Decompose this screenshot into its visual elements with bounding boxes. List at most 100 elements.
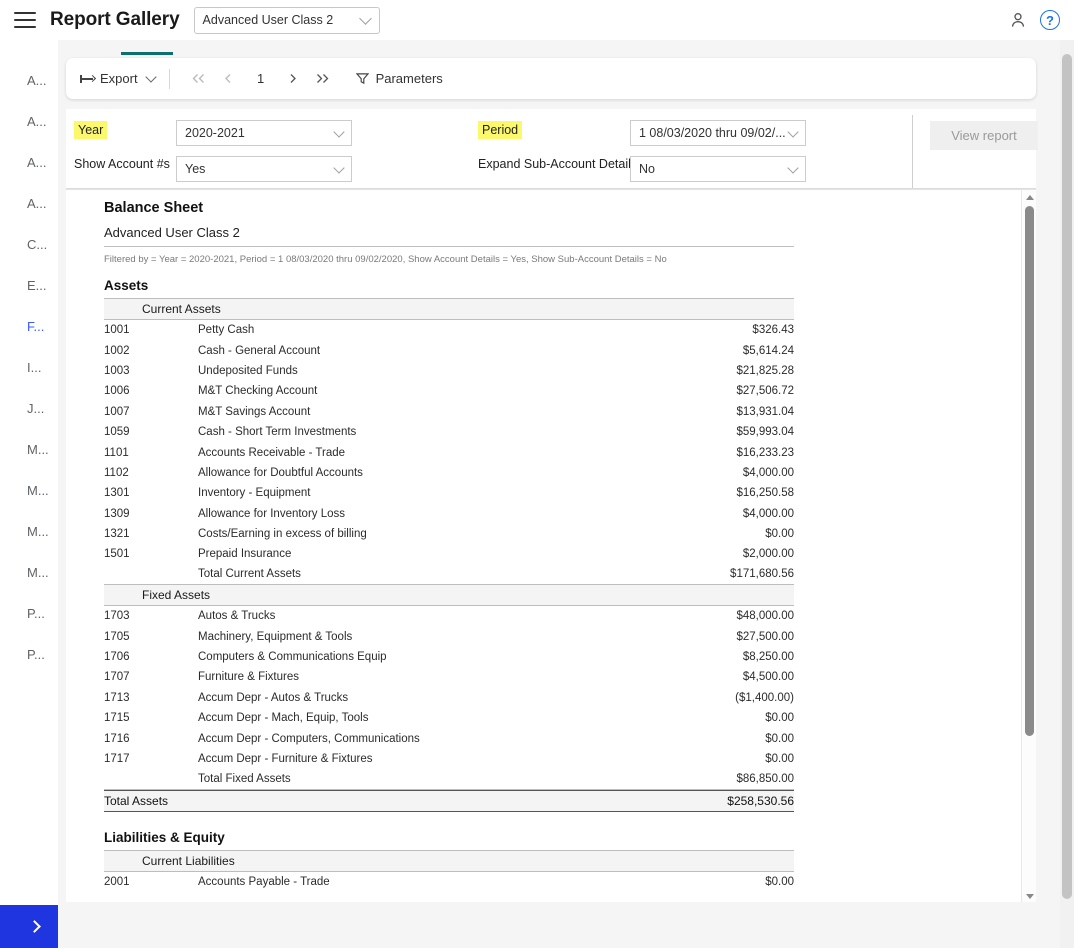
next-page-button[interactable] <box>278 66 308 92</box>
account-name: Petty Cash <box>198 324 255 337</box>
parameters-button[interactable]: Parameters <box>355 71 443 86</box>
account-name: Accounts Receivable - Trade <box>198 446 346 459</box>
scroll-up-button[interactable] <box>1022 190 1036 204</box>
last-page-button[interactable] <box>308 66 338 92</box>
group-total-amount: $171,680.56 <box>730 568 794 581</box>
page-scrollbar[interactable] <box>1060 40 1074 948</box>
expand-sub-account-param-row: Expand Sub-Account Detail <box>478 157 631 171</box>
account-amount: $16,250.58 <box>736 487 794 500</box>
report-content: Balance Sheet Advanced User Class 2 Filt… <box>66 190 1006 892</box>
parameters-label: Parameters <box>375 71 443 86</box>
account-number: 1309 <box>104 507 130 520</box>
sidebar-item-13[interactable]: P... <box>0 593 58 634</box>
sidebar-item-0[interactable]: A... <box>0 60 58 101</box>
sidebar-item-3[interactable]: A... <box>0 183 58 224</box>
sidebar-item-4[interactable]: C... <box>0 224 58 265</box>
hamburger-icon[interactable] <box>14 12 36 28</box>
account-number: 1705 <box>104 630 130 643</box>
account-amount: $59,993.04 <box>736 426 794 439</box>
group-total-label: Total Current Assets <box>198 568 301 581</box>
group-total-row: Total Fixed Assets $86,850.00 <box>104 769 794 790</box>
table-row: 1059 Cash - Short Term Investments $59,9… <box>104 422 794 442</box>
account-number: 1321 <box>104 528 130 541</box>
section-total-amount: $258,530.56 <box>727 793 794 808</box>
table-row: 1713 Accum Depr - Autos & Trucks ($1,400… <box>104 688 794 708</box>
account-name: M&T Savings Account <box>198 405 311 418</box>
account-name: Accum Depr - Mach, Equip, Tools <box>198 712 369 725</box>
group-heading-fixed-assets: Fixed Assets <box>104 585 794 607</box>
previous-page-button[interactable] <box>214 66 244 92</box>
funnel-icon <box>355 73 369 85</box>
sidebar-item-11[interactable]: M... <box>0 511 58 552</box>
sidebar-item-14[interactable]: P... <box>0 634 58 675</box>
table-row: 1321 Costs/Earning in excess of billing … <box>104 524 794 544</box>
expand-sub-account-select[interactable]: No <box>630 156 806 182</box>
toolbar-divider <box>168 68 170 89</box>
account-number: 1717 <box>104 753 130 765</box>
scroll-down-button[interactable] <box>1022 889 1036 902</box>
current-assets-table: 1001 Petty Cash $326.43 1002 Cash - Gene… <box>104 320 794 586</box>
chevron-down-icon <box>333 162 345 174</box>
table-row: 1001 Petty Cash $326.43 <box>104 320 794 340</box>
account-number: 1715 <box>104 712 130 725</box>
parameters-panel: Year 2020-2021 Show Account #s Yes Perio… <box>66 109 1038 189</box>
export-label: Export <box>100 71 138 86</box>
section-total-row: Total Assets $258,530.56 <box>104 789 794 812</box>
account-amount: $8,250.00 <box>742 651 794 664</box>
account-number: 1059 <box>104 426 130 439</box>
first-page-button[interactable] <box>184 66 214 92</box>
header-actions: ? <box>1008 10 1060 30</box>
report-divider <box>104 246 794 247</box>
chevron-down-icon <box>358 12 372 25</box>
account-amount: $48,000.00 <box>736 610 794 623</box>
period-select[interactable]: 1 08/03/2020 thru 09/02/... <box>630 120 806 146</box>
group-total-row: Total Current Assets $171,680.56 <box>104 565 794 586</box>
account-name: Costs/Earning in excess of billing <box>198 528 367 541</box>
account-number: 1716 <box>104 732 130 745</box>
account-number: 1001 <box>104 324 130 337</box>
person-icon[interactable] <box>1008 10 1028 30</box>
report-scrollbar[interactable] <box>1021 190 1036 902</box>
account-amount: ($1,400.00) <box>735 691 794 704</box>
export-button[interactable]: Export <box>80 71 157 86</box>
sidebar-item-9[interactable]: M... <box>0 429 58 470</box>
account-amount: $0.00 <box>765 712 794 725</box>
show-account-numbers-select[interactable]: Yes <box>176 156 352 182</box>
page-number-input[interactable]: 1 <box>244 71 278 86</box>
table-row: 1501 Prepaid Insurance $2,000.00 <box>104 544 794 564</box>
table-row: 1006 M&T Checking Account $27,506.72 <box>104 381 794 401</box>
account-number: 1002 <box>104 344 130 357</box>
account-number: 1003 <box>104 364 130 377</box>
report-scroll-thumb[interactable] <box>1025 206 1034 736</box>
help-icon[interactable]: ? <box>1040 10 1060 30</box>
sidebar-item-6-active[interactable]: F... <box>0 306 58 347</box>
table-row: 1716 Accum Depr - Computers, Communicati… <box>104 728 794 748</box>
page-scroll-thumb[interactable] <box>1062 54 1072 899</box>
sidebar-item-8[interactable]: J... <box>0 388 58 429</box>
sidebar-item-5[interactable]: E... <box>0 265 58 306</box>
report-toolbar: Export 1 Parameters <box>66 58 1036 99</box>
show-account-numbers-label: Show Account #s <box>74 157 170 171</box>
page-title: Report Gallery <box>50 9 180 30</box>
sidebar-item-2[interactable]: A... <box>0 142 58 183</box>
account-amount: $4,000.00 <box>742 466 794 479</box>
account-name: Accum Depr - Autos & Trucks <box>198 691 349 704</box>
year-select[interactable]: 2020-2021 <box>176 120 352 146</box>
sidebar-item-10[interactable]: M... <box>0 470 58 511</box>
sidebar-item-1[interactable]: A... <box>0 101 58 142</box>
sidebar-item-12[interactable]: M... <box>0 552 58 593</box>
chevron-right-icon <box>27 920 41 933</box>
report-title: Balance Sheet <box>104 200 204 216</box>
table-row: 1705 Machinery, Equipment & Tools $27,50… <box>104 626 794 646</box>
account-name: M&T Checking Account <box>198 385 318 398</box>
report-toolbar-wrap: Export 1 Parameters <box>66 52 1044 99</box>
account-amount: $0.00 <box>765 732 794 745</box>
account-amount: $27,500.00 <box>736 630 794 643</box>
account-number: 1102 <box>104 466 129 479</box>
account-name: Inventory - Equipment <box>198 487 311 500</box>
sidebar-item-7[interactable]: I... <box>0 347 58 388</box>
user-class-select[interactable]: Advanced User Class 2 <box>193 6 380 34</box>
account-amount: $326.43 <box>752 324 794 337</box>
view-report-button[interactable]: View report <box>930 121 1038 150</box>
account-amount: $0.00 <box>765 875 794 888</box>
